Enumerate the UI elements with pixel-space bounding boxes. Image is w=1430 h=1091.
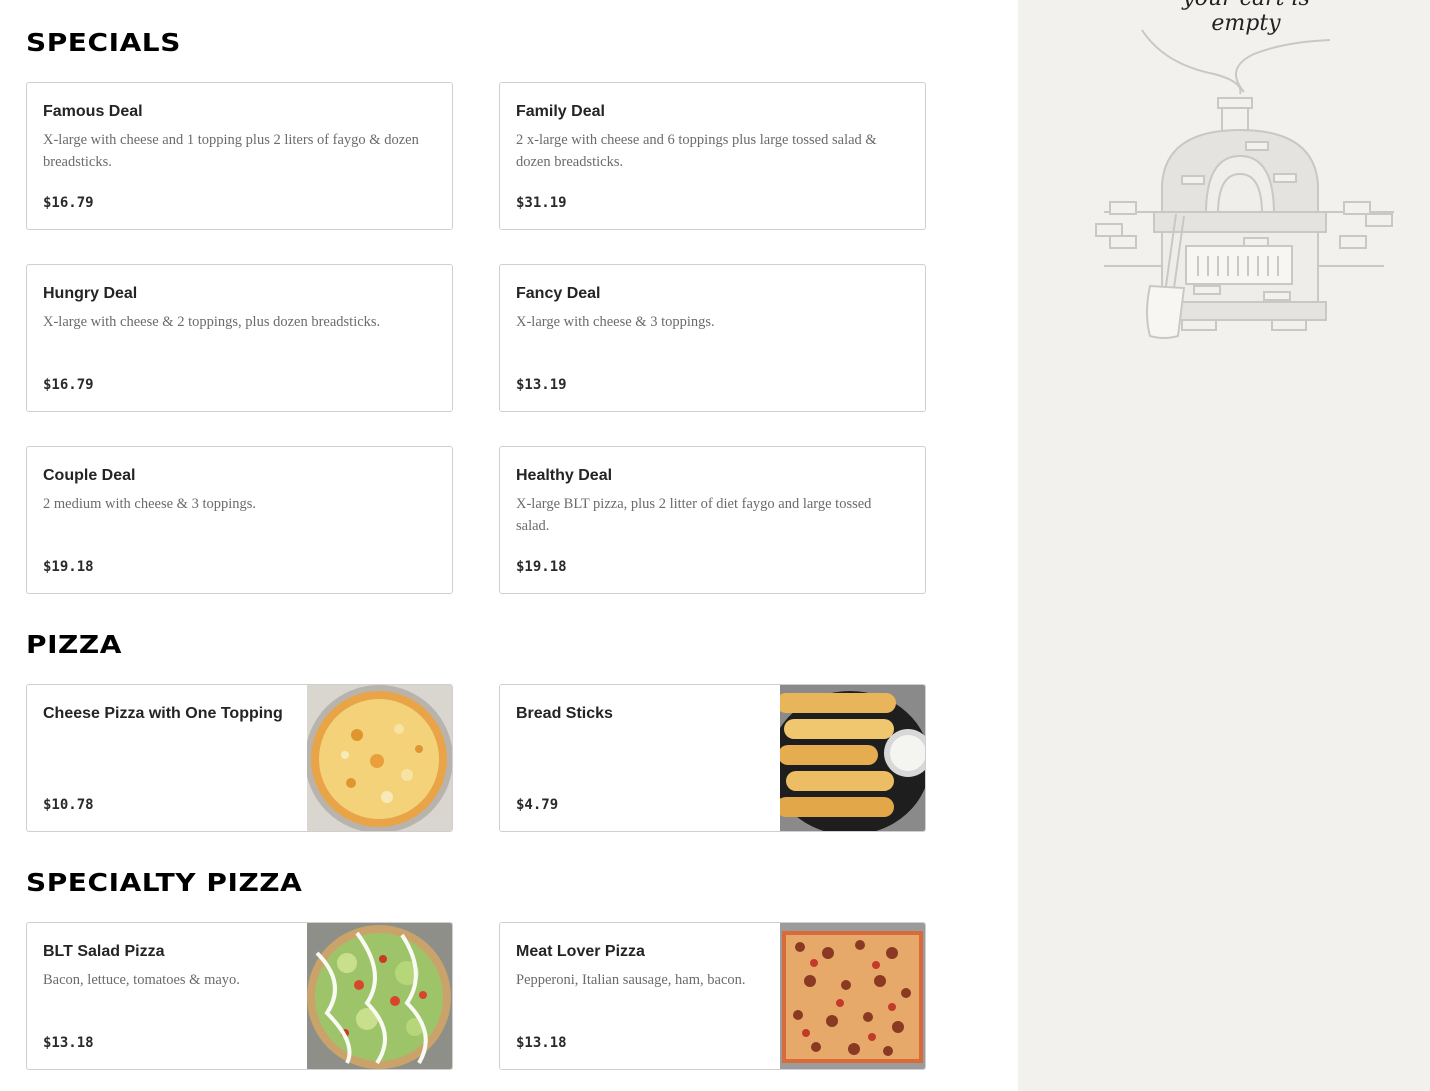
section-title-pizza: PIZZA	[26, 630, 123, 659]
meat-lover-pizza-photo	[780, 923, 925, 1069]
item-description: X-large with cheese & 3 toppings.	[516, 314, 715, 330]
item-price: $4.79	[516, 797, 559, 813]
menu-item-couple-deal[interactable]: Couple Deal 2 medium with cheese & 3 top…	[26, 446, 453, 594]
item-description: Pepperoni, Italian sausage, ham, bacon.	[516, 972, 746, 988]
item-price: $10.78	[43, 797, 94, 813]
item-name: Hungry Deal	[43, 285, 138, 302]
menu-item-famous-deal[interactable]: Famous Deal X-large with cheese and 1 to…	[26, 82, 453, 230]
item-price: $19.18	[516, 559, 567, 575]
menu-item-family-deal[interactable]: Family Deal 2 x-large with cheese and 6 …	[499, 82, 926, 230]
item-name: Fancy Deal	[516, 285, 601, 302]
menu-main: SPECIALS Famous Deal X-large with cheese…	[0, 0, 1018, 1091]
item-price: $31.19	[516, 195, 567, 211]
cart-sidebar: your cart is empty	[1018, 0, 1430, 1091]
item-description: X-large with cheese & 2 toppings, plus d…	[43, 314, 381, 330]
item-price: $16.79	[43, 377, 94, 393]
menu-item-healthy-deal[interactable]: Healthy Deal X-large BLT pizza, plus 2 l…	[499, 446, 926, 594]
item-description: X-large with cheese and 1 topping plus 2…	[43, 132, 419, 170]
item-name: Bread Sticks	[516, 705, 613, 722]
menu-item-bread-sticks[interactable]: Bread Sticks $4.79	[499, 684, 926, 832]
item-name: Couple Deal	[43, 467, 136, 484]
blt-pizza-photo	[307, 923, 452, 1069]
item-description: X-large BLT pizza, plus 2 litter of diet…	[516, 496, 872, 534]
item-price: $16.79	[43, 195, 94, 211]
menu-item-meat-lover-pizza[interactable]: Meat Lover Pizza Pepperoni, Italian saus…	[499, 922, 926, 1070]
item-name: Famous Deal	[43, 103, 143, 120]
section-title-specialty-pizza: SPECIALTY PIZZA	[26, 868, 303, 897]
cheese-pizza-photo	[307, 685, 452, 831]
menu-item-hungry-deal[interactable]: Hungry Deal X-large with cheese & 2 topp…	[26, 264, 453, 412]
item-description: 2 x-large with cheese and 6 toppings plu…	[516, 132, 877, 170]
item-description: 2 medium with cheese & 3 toppings.	[43, 496, 257, 512]
item-description: Bacon, lettuce, tomatoes & mayo.	[43, 972, 240, 988]
menu-item-fancy-deal[interactable]: Fancy Deal X-large with cheese & 3 toppi…	[499, 264, 926, 412]
menu-item-cheese-pizza[interactable]: Cheese Pizza with One Topping $10.78	[26, 684, 453, 832]
item-name: BLT Salad Pizza	[43, 943, 165, 960]
breadsticks-photo	[780, 685, 925, 831]
item-price: $13.18	[516, 1035, 567, 1051]
item-name: Cheese Pizza with One Topping	[43, 705, 283, 722]
item-name: Family Deal	[516, 103, 605, 120]
section-title-specials: SPECIALS	[26, 28, 181, 57]
item-price: $13.19	[516, 377, 567, 393]
item-price: $19.18	[43, 559, 94, 575]
item-name: Healthy Deal	[516, 467, 613, 484]
pizza-oven-illustration	[1094, 24, 1404, 349]
menu-item-blt-salad-pizza[interactable]: BLT Salad Pizza Bacon, lettuce, tomatoes…	[26, 922, 453, 1070]
item-price: $13.18	[43, 1035, 94, 1051]
item-name: Meat Lover Pizza	[516, 943, 645, 960]
